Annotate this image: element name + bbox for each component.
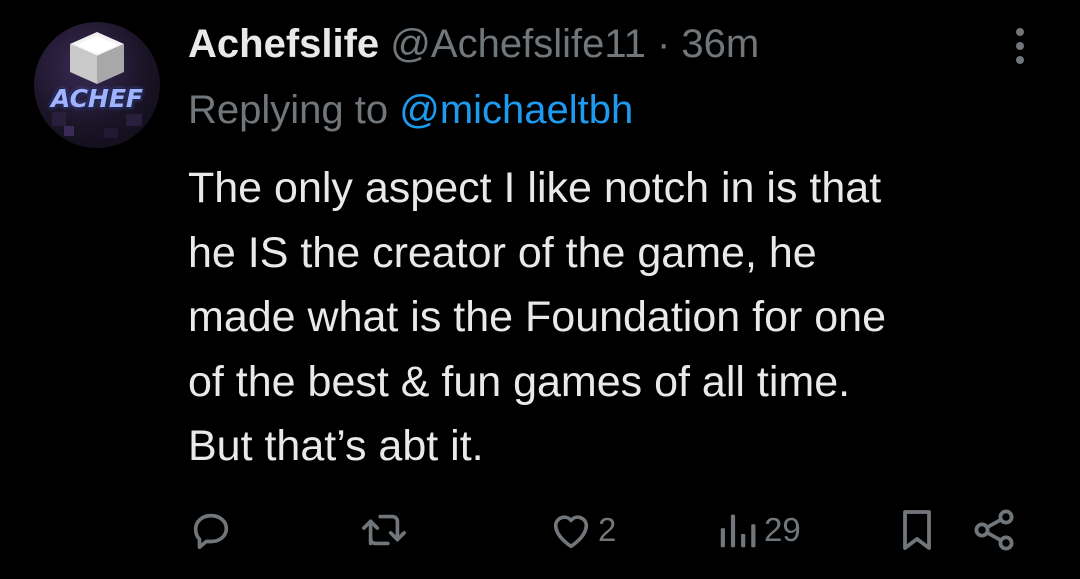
views-count: 29 <box>764 511 801 548</box>
display-name[interactable]: Achefslife <box>188 22 379 66</box>
replying-to-mention[interactable]: @michaeltbh <box>399 88 633 132</box>
retweet-icon <box>362 514 406 546</box>
like-button[interactable]: 2 <box>548 500 616 560</box>
bookmark-icon <box>903 510 931 550</box>
reply-button[interactable] <box>188 500 234 560</box>
bookmark-button[interactable] <box>896 500 938 560</box>
share-button[interactable] <box>970 500 1018 560</box>
views-button[interactable]: 29 <box>716 500 801 560</box>
tweet-header: Achefslife @Achefslife11 · 36m <box>188 18 759 70</box>
avatar[interactable]: ACHEF <box>34 22 160 148</box>
views-icon <box>720 514 756 548</box>
avatar-logo-text: ACHEF <box>50 84 143 113</box>
user-handle[interactable]: @Achefslife11 <box>390 22 646 66</box>
like-count: 2 <box>598 511 617 548</box>
tweet-text: The only aspect I like notch in is that … <box>188 164 886 470</box>
timestamp[interactable]: 36m <box>681 22 759 66</box>
share-icon <box>974 509 1014 551</box>
more-options-button[interactable] <box>1002 22 1038 70</box>
replying-to-line: Replying to @michaeltbh <box>188 84 633 136</box>
separator-dot: · <box>656 22 671 66</box>
reply-icon <box>193 513 229 550</box>
replying-to-label: Replying to <box>188 88 400 132</box>
retweet-button[interactable] <box>358 500 410 560</box>
heart-icon <box>553 515 589 549</box>
tweet-actions: 2 29 <box>0 500 1080 560</box>
more-vertical-icon <box>1016 28 1024 64</box>
tweet[interactable]: ACHEF Achefslife @Achefslife11 · 36m Rep… <box>0 0 1080 579</box>
